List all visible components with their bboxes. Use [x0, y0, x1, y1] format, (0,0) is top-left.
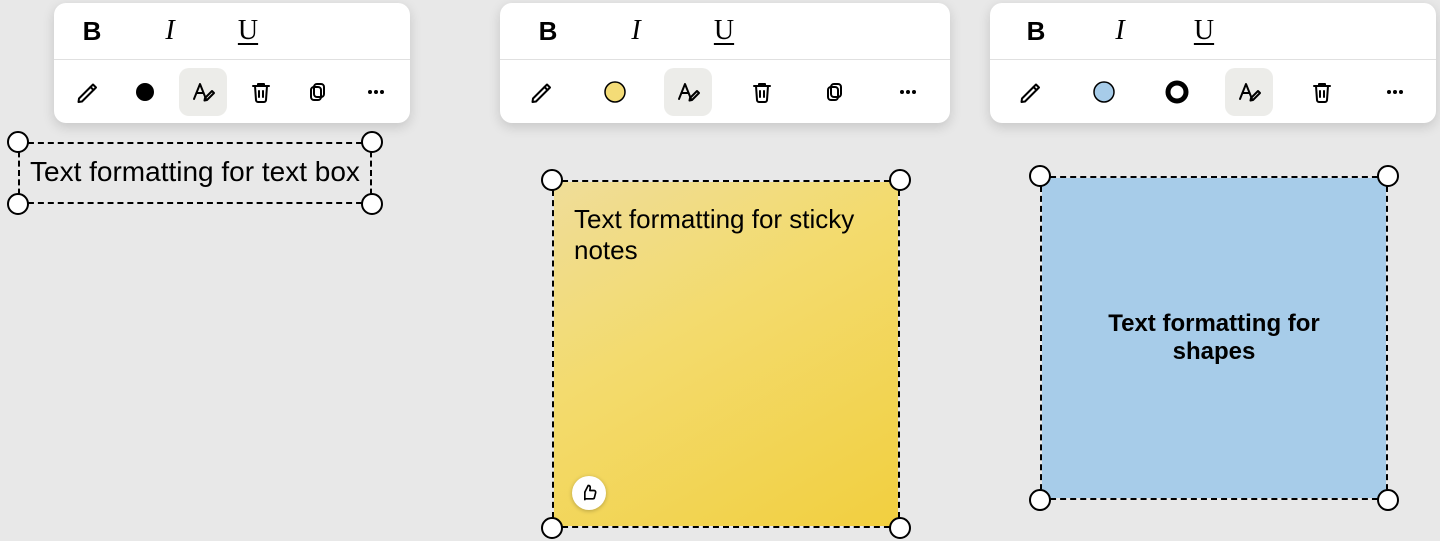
pencil-icon	[1019, 80, 1043, 104]
trash-icon	[249, 80, 273, 104]
selection-outline: Text formatting for sticky notes	[552, 180, 900, 528]
selection-outline: Text formatting for text box	[18, 142, 372, 204]
edit-button[interactable]	[64, 68, 112, 116]
shape-object[interactable]: Text formatting for shapes	[1040, 176, 1388, 500]
text-style-icon	[675, 79, 701, 105]
shape-rectangle[interactable]: Text formatting for shapes	[1042, 178, 1386, 498]
resize-handle-nw[interactable]	[541, 169, 563, 191]
border-color-icon	[1164, 79, 1190, 105]
textbox-object[interactable]: Text formatting for text box	[18, 142, 372, 204]
resize-handle-nw[interactable]	[7, 131, 29, 153]
pencil-icon	[530, 80, 554, 104]
toolbar-textbox: B I U	[54, 3, 410, 123]
toolbar-row-actions	[54, 59, 410, 123]
resize-handle-se[interactable]	[1377, 489, 1399, 511]
toolbar-row-format: B I U	[990, 3, 1436, 59]
text-style-button[interactable]	[1225, 68, 1273, 116]
reaction-button[interactable]	[572, 476, 606, 510]
toolbar-sticky: B I U	[500, 3, 950, 123]
textbox-text[interactable]: Text formatting for text box	[20, 144, 370, 202]
copy-icon	[823, 80, 847, 104]
text-style-icon	[190, 79, 216, 105]
more-icon	[1383, 80, 1407, 104]
fill-color-button[interactable]	[121, 68, 169, 116]
sticky-object[interactable]: Text formatting for sticky notes	[552, 180, 900, 528]
bold-button[interactable]: B	[68, 7, 116, 55]
bold-icon: B	[83, 18, 102, 44]
sticky-note[interactable]: Text formatting for sticky notes	[554, 182, 898, 526]
resize-handle-ne[interactable]	[889, 169, 911, 191]
italic-button[interactable]: I	[146, 7, 194, 55]
border-color-button[interactable]	[1153, 68, 1201, 116]
delete-button[interactable]	[237, 68, 285, 116]
copy-button[interactable]	[294, 68, 342, 116]
resize-handle-ne[interactable]	[1377, 165, 1399, 187]
pencil-icon	[76, 80, 100, 104]
more-icon	[896, 80, 920, 104]
bold-icon: B	[539, 18, 558, 44]
thumbs-up-icon	[579, 483, 599, 503]
more-icon	[364, 80, 388, 104]
italic-button[interactable]: I	[612, 7, 660, 55]
edit-button[interactable]	[518, 68, 566, 116]
italic-icon: I	[1115, 17, 1124, 45]
italic-icon: I	[631, 17, 640, 45]
trash-icon	[750, 80, 774, 104]
text-style-button[interactable]	[179, 68, 227, 116]
text-style-button[interactable]	[664, 68, 712, 116]
fill-color-icon	[1091, 79, 1117, 105]
fill-color-button[interactable]	[591, 68, 639, 116]
more-button[interactable]	[884, 68, 932, 116]
toolbar-row-actions	[990, 59, 1436, 123]
toolbar-row-actions	[500, 59, 950, 123]
more-button[interactable]	[352, 68, 400, 116]
delete-button[interactable]	[738, 68, 786, 116]
selection-outline: Text formatting for shapes	[1040, 176, 1388, 500]
underline-icon: U	[714, 17, 734, 45]
delete-button[interactable]	[1298, 68, 1346, 116]
resize-handle-ne[interactable]	[361, 131, 383, 153]
trash-icon	[1310, 80, 1334, 104]
underline-button[interactable]: U	[1180, 7, 1228, 55]
fill-color-icon	[133, 80, 157, 104]
bold-button[interactable]: B	[524, 7, 572, 55]
underline-icon: U	[238, 17, 258, 45]
underline-button[interactable]: U	[224, 7, 272, 55]
italic-icon: I	[165, 17, 174, 45]
copy-button[interactable]	[811, 68, 859, 116]
toolbar-row-format: B I U	[54, 3, 410, 59]
underline-button[interactable]: U	[700, 7, 748, 55]
bold-button[interactable]: B	[1012, 7, 1060, 55]
underline-icon: U	[1194, 17, 1214, 45]
resize-handle-sw[interactable]	[541, 517, 563, 539]
resize-handle-nw[interactable]	[1029, 165, 1051, 187]
resize-handle-se[interactable]	[361, 193, 383, 215]
resize-handle-se[interactable]	[889, 517, 911, 539]
italic-button[interactable]: I	[1096, 7, 1144, 55]
edit-button[interactable]	[1007, 68, 1055, 116]
resize-handle-sw[interactable]	[7, 193, 29, 215]
resize-handle-sw[interactable]	[1029, 489, 1051, 511]
fill-color-button[interactable]	[1080, 68, 1128, 116]
fill-color-icon	[602, 79, 628, 105]
sticky-text[interactable]: Text formatting for sticky notes	[574, 204, 854, 265]
toolbar-row-format: B I U	[500, 3, 950, 59]
more-button[interactable]	[1371, 68, 1419, 116]
bold-icon: B	[1027, 18, 1046, 44]
copy-icon	[306, 80, 330, 104]
text-style-icon	[1236, 79, 1262, 105]
toolbar-shape: B I U	[990, 3, 1436, 123]
shape-text[interactable]: Text formatting for shapes	[1072, 310, 1356, 366]
